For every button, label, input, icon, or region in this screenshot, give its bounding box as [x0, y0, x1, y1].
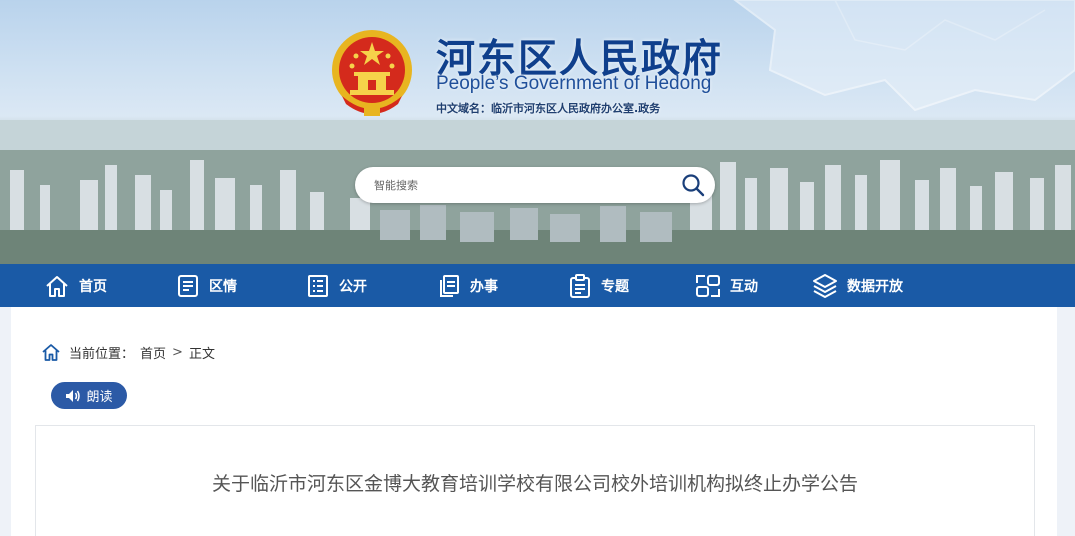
- article-title: 关于临沂市河东区金博大教育培训学校有限公司校外培训机构拟终止办学公告: [211, 473, 858, 495]
- home-icon: [46, 275, 68, 297]
- breadcrumb: 当前位置： 首页 > 正文: [41, 342, 215, 362]
- search-input[interactable]: [355, 167, 671, 203]
- national-emblem-icon: [332, 30, 412, 116]
- breadcrumb-separator: >: [172, 344, 183, 360]
- nav-item-services[interactable]: 办事: [437, 264, 498, 307]
- nav-item-topics[interactable]: 专题: [568, 264, 629, 307]
- search-button[interactable]: [671, 167, 715, 203]
- speaker-icon: [66, 389, 81, 402]
- nav-label: 数据开放: [847, 278, 903, 295]
- site-subtitle: People’s Government of Hedong: [436, 73, 712, 94]
- list-document-icon: [308, 274, 328, 297]
- main-nav: 首页 区情 公开 办事 专题 互动 数据开放: [0, 264, 1075, 307]
- files-icon: [440, 274, 459, 297]
- search-box: [355, 167, 715, 203]
- breadcrumb-current[interactable]: 正文: [189, 343, 215, 362]
- map-outline-decoration: [733, 0, 1075, 112]
- content-area: 当前位置： 首页 > 正文 朗读 关于临沂市河东区金博大教育培训学校有限公司校外…: [11, 307, 1057, 536]
- nav-label: 公开: [339, 278, 367, 295]
- read-aloud-button[interactable]: 朗读: [51, 382, 127, 409]
- document-icon: [178, 274, 198, 297]
- nav-label: 首页: [79, 278, 107, 295]
- nav-label: 互动: [730, 278, 758, 295]
- nav-item-interaction[interactable]: 互动: [695, 264, 758, 307]
- search-icon: [682, 174, 705, 197]
- nav-item-open-data[interactable]: 数据开放: [812, 264, 903, 307]
- article-container: 关于临沂市河东区金博大教育培训学校有限公司校外培训机构拟终止办学公告: [35, 425, 1035, 536]
- header-banner: 河东区人民政府 People’s Government of Hedong 中文…: [0, 0, 1075, 264]
- nav-item-home[interactable]: 首页: [44, 264, 107, 307]
- layers-icon: [813, 273, 837, 298]
- nav-label: 专题: [601, 278, 629, 295]
- clipboard-icon: [570, 273, 590, 298]
- nav-item-public[interactable]: 公开: [306, 264, 367, 307]
- home-icon: [42, 344, 60, 361]
- nav-label: 办事: [470, 278, 498, 295]
- nav-item-district-info[interactable]: 区情: [176, 264, 237, 307]
- read-aloud-label: 朗读: [86, 390, 113, 405]
- nav-label: 区情: [209, 278, 237, 295]
- domain-line: 中文域名：临沂市河东区人民政府办公室.政务: [436, 102, 661, 115]
- interaction-icon: [696, 274, 720, 297]
- breadcrumb-link-home[interactable]: 首页: [140, 343, 166, 362]
- breadcrumb-prefix: 当前位置：: [69, 346, 135, 362]
